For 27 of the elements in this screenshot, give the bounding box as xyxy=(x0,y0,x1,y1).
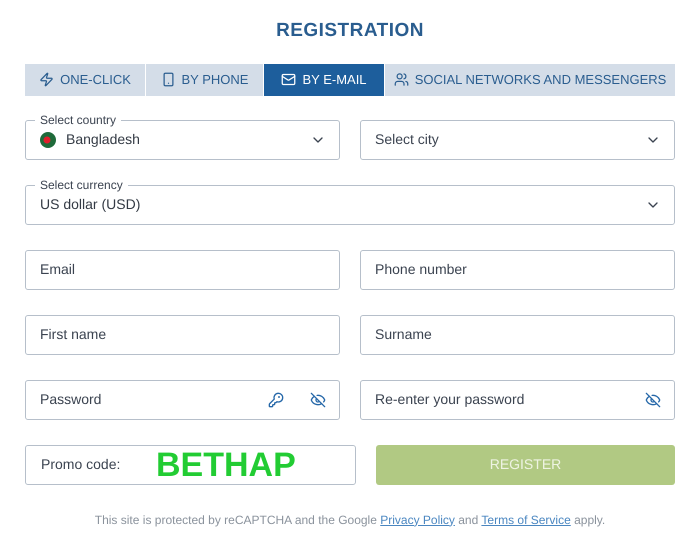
placeholder-text: Select city xyxy=(375,130,440,149)
key-icon[interactable] xyxy=(268,392,284,408)
placeholder-text: Re-enter your password xyxy=(375,390,526,409)
envelope-icon xyxy=(281,72,296,87)
policy-link[interactable]: Terms of Service xyxy=(481,512,571,526)
tab[interactable]: BY E-MAIL xyxy=(264,64,384,96)
page-title: REGISTRATION xyxy=(276,19,424,43)
recaptcha-notice: This site is protected by reCAPTCHA and the Google Privacy Policy and Terms of Service apply. xyxy=(94,512,606,528)
tab[interactable]: SOCIAL NETWORKS AND MESSENGERS xyxy=(385,64,675,96)
people-icon xyxy=(394,72,409,87)
tab[interactable]: ONE-CLICK xyxy=(25,64,145,96)
phone-icon xyxy=(160,72,176,87)
placeholder-text: Password xyxy=(40,390,102,409)
policy-link[interactable]: Privacy Policy xyxy=(380,512,455,526)
eye-off-icon[interactable] xyxy=(645,392,661,408)
bolt-icon xyxy=(39,72,54,87)
eye-off-icon[interactable] xyxy=(310,392,326,408)
promo-code-field[interactable]: Promo code: BETHAP xyxy=(25,444,356,484)
placeholder-text: Phone number xyxy=(375,260,468,279)
placeholder-text: First name xyxy=(40,325,108,344)
placeholder-text: Email xyxy=(40,260,76,279)
tab[interactable]: BY PHONE xyxy=(146,64,263,96)
placeholder-text: Surname xyxy=(375,325,433,344)
select-value: Bangladesh xyxy=(66,130,141,149)
select-value: US dollar (USD) xyxy=(40,195,142,214)
promo-code-value: BETHAP xyxy=(156,448,296,482)
promo-code-label: Promo code: xyxy=(41,455,122,474)
